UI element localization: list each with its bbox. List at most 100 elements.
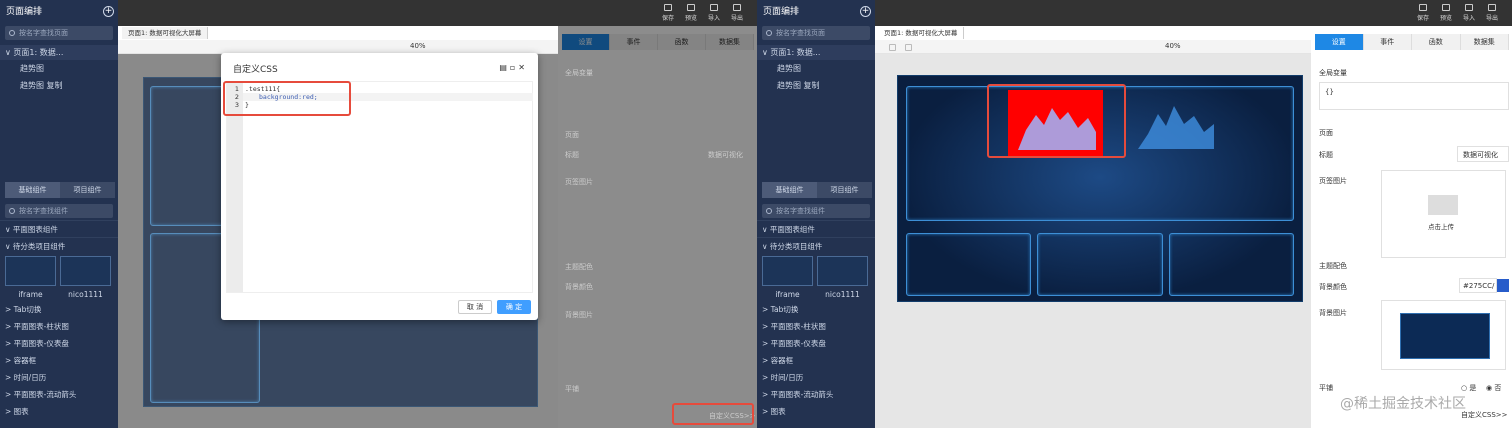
label: 背景颜色 bbox=[1319, 283, 1347, 291]
cancel-button[interactable]: 取 消 bbox=[458, 300, 492, 314]
global-var-input[interactable]: {} bbox=[1319, 82, 1509, 110]
search-icon bbox=[766, 208, 772, 214]
component-tabs: 基础组件 项目组件 bbox=[762, 182, 872, 198]
editor-toolbar: 40% bbox=[118, 40, 558, 54]
top-bar: 保存 预览 导入 导出 bbox=[875, 0, 1512, 26]
bg-image-upload[interactable] bbox=[1381, 300, 1506, 370]
preview-button[interactable]: 预览 bbox=[681, 4, 701, 22]
save-button[interactable]: 保存 bbox=[658, 4, 678, 22]
redo-icon[interactable] bbox=[905, 44, 912, 51]
bg-color-input[interactable]: #275CC/ bbox=[1459, 278, 1497, 293]
tab-project-components[interactable]: 项目组件 bbox=[60, 182, 115, 198]
label: 主题配色 bbox=[565, 263, 593, 271]
color-swatch[interactable] bbox=[1497, 279, 1509, 292]
import-button[interactable]: 导入 bbox=[704, 4, 724, 22]
category-tab[interactable]: > Tab切换 bbox=[0, 301, 118, 318]
page-item-trend-copy[interactable]: 趋势图 复制 bbox=[757, 77, 875, 94]
frame-bottom-1 bbox=[906, 233, 1031, 296]
zoom-level[interactable]: 40% bbox=[1165, 42, 1181, 50]
global-var-value: {} bbox=[1325, 88, 1334, 96]
frame-bottom-2 bbox=[1037, 233, 1163, 296]
card-label: nico1111 bbox=[825, 290, 860, 299]
page-item-trend[interactable]: 趋势图 bbox=[757, 60, 875, 77]
tab-project-components[interactable]: 项目组件 bbox=[817, 182, 872, 198]
category-calendar[interactable]: > 时间/日历 bbox=[0, 369, 118, 386]
category-bar[interactable]: > 平面图表-柱状图 bbox=[757, 318, 875, 335]
left-panel: 页面编排 + 按名字查找页面 ∨ 页面1: 数据... 趋势图 趋势图 复制 基础… bbox=[0, 0, 757, 428]
highlight-custom-css bbox=[672, 403, 754, 425]
component-card-nico[interactable] bbox=[60, 256, 111, 286]
category-container[interactable]: > 容器框 bbox=[0, 352, 118, 369]
left-sidebar: 页面编排 + 按名字查找页面 ∨ 页面1: 数据... 趋势图 趋势图 复制 基础… bbox=[757, 0, 875, 428]
page-search-input[interactable]: 按名字查找页面 bbox=[5, 26, 113, 40]
highlight-code bbox=[223, 81, 351, 116]
confirm-button[interactable]: 确 定 bbox=[497, 300, 531, 314]
add-page-icon[interactable]: + bbox=[860, 6, 871, 17]
page-group[interactable]: ∨ 页面1: 数据... bbox=[757, 45, 875, 60]
custom-css-link[interactable]: 自定义CSS>> bbox=[1461, 410, 1508, 420]
label: 主题配色 bbox=[1319, 262, 1347, 270]
zoom-level[interactable]: 40% bbox=[410, 42, 426, 50]
doc-tab[interactable]: 页面1: 数据可视化大屏幕 bbox=[878, 27, 965, 39]
page-group[interactable]: ∨ 页面1: 数据... bbox=[0, 45, 118, 60]
export-icon bbox=[733, 4, 741, 11]
save-button[interactable]: 保存 bbox=[1413, 4, 1433, 22]
page-item-trend[interactable]: 趋势图 bbox=[0, 60, 118, 77]
tab-functions[interactable]: 函数 bbox=[1412, 34, 1461, 50]
component-card-nico[interactable] bbox=[817, 256, 868, 286]
component-search-input[interactable]: 按名字查找组件 bbox=[762, 204, 870, 218]
blue-chart[interactable] bbox=[1138, 94, 1218, 154]
preview-button[interactable]: 预览 bbox=[1436, 4, 1456, 22]
export-icon bbox=[1488, 4, 1496, 11]
label: 页签图片 bbox=[565, 178, 593, 186]
import-button[interactable]: 导入 bbox=[1459, 4, 1479, 22]
highlight-red-chart bbox=[987, 84, 1126, 158]
category-bar[interactable]: > 平面图表-柱状图 bbox=[0, 318, 118, 335]
tab-dataset[interactable]: 数据集 bbox=[1460, 34, 1509, 50]
tab-basic-components[interactable]: 基础组件 bbox=[5, 182, 60, 198]
modal-overlay-right bbox=[558, 26, 757, 428]
category-arrow[interactable]: > 平面图表-流动箭头 bbox=[757, 386, 875, 403]
add-page-icon[interactable]: + bbox=[103, 6, 114, 17]
section-flat-charts[interactable]: ∨ 平面图表组件 bbox=[0, 220, 118, 237]
tab-settings[interactable]: 设置 bbox=[1315, 34, 1364, 50]
doc-tab[interactable]: 页面1: 数据可视化大屏幕 bbox=[122, 27, 209, 39]
component-search-input[interactable]: 按名字查找组件 bbox=[5, 204, 113, 218]
upload-label: 点击上传 bbox=[1428, 223, 1454, 231]
label: 页面 bbox=[565, 131, 579, 139]
category-chart[interactable]: > 图表 bbox=[0, 403, 118, 420]
tab-basic-components[interactable]: 基础组件 bbox=[762, 182, 817, 198]
dialog-window-controls[interactable]: ▤▫✕ bbox=[499, 63, 528, 72]
section-flat-charts[interactable]: ∨ 平面图表组件 bbox=[757, 220, 875, 237]
label: 全局变量 bbox=[1319, 69, 1347, 77]
category-container[interactable]: > 容器框 bbox=[757, 352, 875, 369]
category-gauge[interactable]: > 平面图表-仪表盘 bbox=[0, 335, 118, 352]
title-input[interactable]: 数据可视化 bbox=[1457, 146, 1509, 162]
page-item-trend-copy[interactable]: 趋势图 复制 bbox=[0, 77, 118, 94]
frame-bottom-3 bbox=[1169, 233, 1294, 296]
label: 标题 bbox=[1319, 151, 1333, 159]
export-button[interactable]: 导出 bbox=[727, 4, 747, 22]
title-input[interactable]: 数据可视化 bbox=[708, 150, 743, 160]
category-gauge[interactable]: > 平面图表-仪表盘 bbox=[757, 335, 875, 352]
label: 全局变量 bbox=[565, 69, 593, 77]
category-tab[interactable]: > Tab切换 bbox=[757, 301, 875, 318]
label: 页面 bbox=[1319, 129, 1333, 137]
export-button[interactable]: 导出 bbox=[1482, 4, 1502, 22]
category-calendar[interactable]: > 时间/日历 bbox=[757, 369, 875, 386]
component-card-iframe[interactable] bbox=[5, 256, 56, 286]
undo-icon[interactable] bbox=[889, 44, 896, 51]
category-arrow[interactable]: > 平面图表-流动箭头 bbox=[0, 386, 118, 403]
icon-upload[interactable]: 点击上传 bbox=[1381, 170, 1506, 258]
category-chart[interactable]: > 图表 bbox=[757, 403, 875, 420]
component-card-iframe[interactable] bbox=[762, 256, 813, 286]
tile-no-radio[interactable]: ◉ 否 bbox=[1486, 383, 1501, 393]
eye-icon bbox=[1442, 4, 1450, 11]
section-unclassified[interactable]: ∨ 待分类项目组件 bbox=[0, 237, 118, 254]
tile-yes-radio[interactable]: ○ 是 bbox=[1461, 383, 1476, 393]
image-placeholder-icon bbox=[1428, 195, 1458, 215]
section-unclassified[interactable]: ∨ 待分类项目组件 bbox=[757, 237, 875, 254]
tab-events[interactable]: 事件 bbox=[1363, 34, 1412, 50]
page-search-input[interactable]: 按名字查找页面 bbox=[762, 26, 870, 40]
eye-icon bbox=[687, 4, 695, 11]
